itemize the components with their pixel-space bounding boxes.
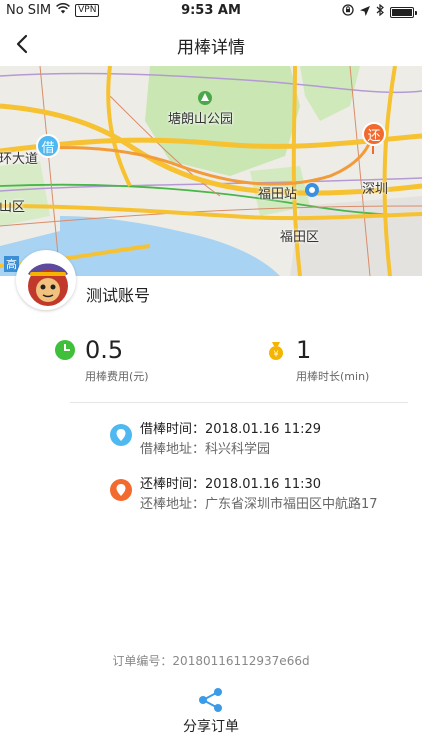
map-label-park: 塘朗山公园: [168, 112, 234, 127]
duration-label: 用棒时长(min): [296, 370, 370, 383]
map-label-station: 福田站: [258, 187, 298, 202]
page-title: 用棒详情: [177, 38, 245, 58]
map-label-left-area: 南山区: [0, 200, 26, 215]
orientation-lock-icon: [342, 4, 354, 20]
borrow-marker-label: 借: [41, 140, 55, 156]
duration-value: 1: [296, 336, 312, 364]
clock-icon: [55, 340, 75, 360]
location-arrow-icon: [360, 5, 370, 20]
account-name: 测试账号: [86, 286, 151, 305]
monkey-avatar-icon: [18, 252, 74, 308]
duration-stat: ¥ 1 用棒时长(min): [266, 336, 369, 384]
map-label-district: 福田区: [280, 230, 320, 245]
return-marker-label: 还: [367, 128, 381, 144]
nav-bar: 用棒详情: [0, 22, 422, 66]
borrow-time-key: 借棒时间：: [140, 422, 206, 437]
borrow-info: 借棒时间：2018.01.16 11:29 借棒地址：科兴科学园: [110, 420, 321, 460]
bluetooth-icon: [376, 3, 384, 20]
divider: [70, 402, 408, 403]
battery-icon: [390, 6, 417, 18]
borrow-map-marker[interactable]: 借: [36, 134, 60, 158]
return-addr-value: 广东省深圳市福田区中航路17: [205, 497, 378, 512]
fee-value: 0.5: [85, 336, 124, 364]
avatar: [16, 250, 76, 310]
return-addr-key: 还棒地址：: [140, 497, 206, 512]
map-label-road: 北环大道: [0, 152, 39, 167]
borrow-addr-value: 科兴科学园: [205, 442, 271, 457]
share-order-button[interactable]: 分享订单: [0, 716, 422, 736]
return-pin-icon: [110, 479, 132, 501]
fee-stat: 0.5 用棒费用(元): [55, 336, 149, 384]
borrow-pin-icon: [110, 424, 132, 446]
status-bar: No SIM VPN 9:53 AM: [0, 0, 422, 22]
return-time-value: 2018.01.16 11:30: [205, 477, 322, 492]
fee-label: 用棒费用(元): [85, 370, 149, 383]
money-bag-icon: ¥: [269, 342, 283, 360]
map-label-city: 深圳: [362, 182, 389, 197]
svg-text:¥: ¥: [273, 350, 278, 359]
return-time-key: 还棒时间：: [140, 477, 206, 492]
return-marker-tail: [372, 146, 374, 154]
return-map-marker[interactable]: 还: [362, 122, 386, 146]
order-number: 订单编号：20180116112937e66d: [0, 652, 422, 669]
order-value: 20180116112937e66d: [172, 654, 310, 668]
share-icon: [199, 688, 222, 712]
map-canvas: [0, 66, 422, 276]
route-map[interactable]: 借 还 塘朗山公园 北环大道 福田站 深圳 福田区 南山区 高: [0, 66, 422, 276]
borrow-time-value: 2018.01.16 11:29: [205, 422, 322, 437]
share-button[interactable]: [198, 688, 224, 716]
borrow-addr-key: 借棒地址：: [140, 442, 206, 457]
order-key: 订单编号：: [112, 654, 173, 668]
return-info: 还棒时间：2018.01.16 11:30 还棒地址：广东省深圳市福田区中航路1…: [110, 475, 378, 515]
